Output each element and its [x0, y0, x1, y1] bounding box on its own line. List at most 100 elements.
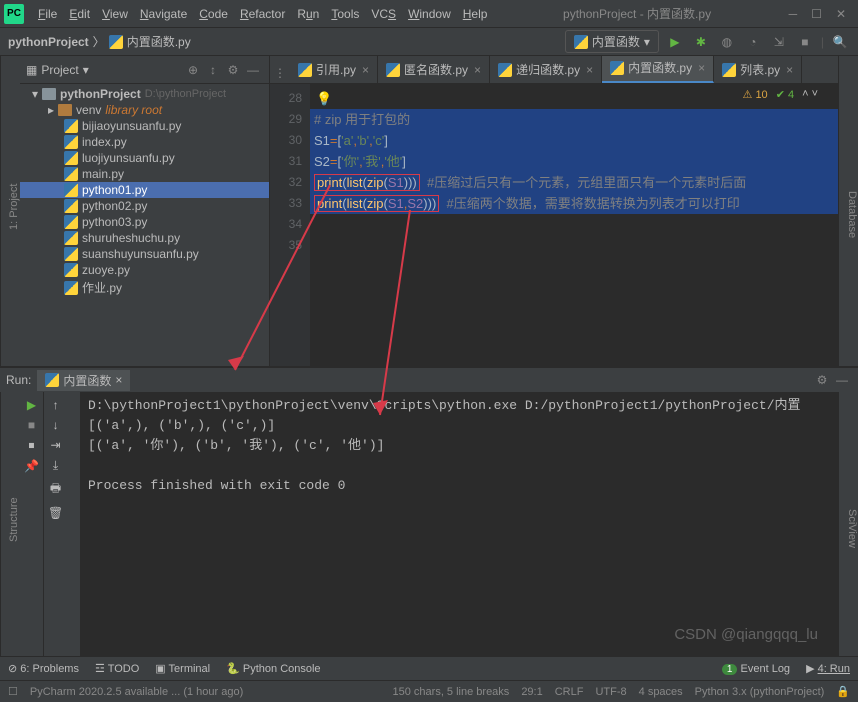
code-line[interactable]: S2=['你','我','他']	[310, 151, 838, 172]
pin-icon[interactable]: 📌	[24, 459, 39, 473]
exit-button[interactable]: ⏹	[28, 438, 34, 453]
close-icon[interactable]: ✕	[836, 7, 846, 21]
trash-icon[interactable]: 🗑	[48, 506, 63, 520]
breadcrumb-root[interactable]: pythonProject	[8, 35, 89, 49]
editor-inspections[interactable]: ⚠ 10 ✔ 4 ˄ ˅	[743, 88, 818, 101]
up-icon[interactable]: ↑	[53, 398, 59, 412]
event-log-tool[interactable]: 1 Event Log	[722, 663, 790, 675]
status-interpreter[interactable]: Python 3.x (pythonProject)	[695, 686, 825, 698]
hide-icon[interactable]: —	[243, 60, 263, 80]
right-tool-sciview[interactable]: SciView	[846, 509, 858, 548]
problems-tool[interactable]: ⊘ 6: Problems	[8, 662, 79, 675]
close-icon[interactable]: ×	[362, 63, 369, 77]
editor-tab[interactable]: 引用.py×	[290, 56, 378, 83]
close-icon[interactable]: ×	[698, 61, 705, 75]
left-tool-project[interactable]: 1: Project	[8, 184, 20, 230]
code-line[interactable]: # zip 用于打包的	[310, 109, 838, 130]
profile-button[interactable]: ◔	[743, 32, 763, 52]
tree-file[interactable]: bijiaoyunsuanfu.py	[20, 118, 269, 134]
rerun-button[interactable]: ▶	[27, 398, 36, 412]
right-tool-database[interactable]: Database	[846, 191, 858, 238]
hide-icon[interactable]: —	[832, 370, 852, 390]
terminal-tool[interactable]: ▣ Terminal	[155, 662, 210, 675]
editor-tab[interactable]: 内置函数.py×	[602, 56, 714, 83]
menu-help[interactable]: Help	[457, 7, 494, 21]
status-crlf[interactable]: CRLF	[555, 686, 584, 698]
stop-button[interactable]: ■	[28, 418, 35, 432]
left-tool-structure[interactable]: Structure	[8, 498, 20, 543]
status-pos[interactable]: 29:1	[521, 686, 542, 698]
menu-tools[interactable]: Tools	[325, 7, 365, 21]
menu-window[interactable]: Window	[402, 7, 457, 21]
editor-tab[interactable]: 列表.py×	[714, 56, 802, 83]
print-icon[interactable]: 🖶	[50, 479, 61, 500]
close-icon[interactable]: ×	[586, 63, 593, 77]
tree-file[interactable]: python02.py	[20, 198, 269, 214]
update-notice[interactable]: PyCharm 2020.2.5 available ... (1 hour a…	[30, 686, 243, 698]
menu-run[interactable]: Run	[291, 7, 325, 21]
run-button[interactable]: ▶	[665, 32, 685, 52]
tree-file[interactable]: zuoye.py	[20, 262, 269, 278]
close-icon[interactable]: ×	[786, 63, 793, 77]
tree-file[interactable]: python01.py	[20, 182, 269, 198]
status-window-icon[interactable]: ☐	[8, 685, 18, 698]
tree-file[interactable]: suanshuyunsuanfu.py	[20, 246, 269, 262]
chevron-down-icon[interactable]: ▾	[83, 63, 89, 77]
minimize-icon[interactable]: ─	[789, 7, 798, 21]
run-config-selector[interactable]: 内置函数 ▾	[565, 30, 659, 53]
tree-file[interactable]: python03.py	[20, 214, 269, 230]
down-icon[interactable]: ↓	[53, 418, 59, 432]
wrap-icon[interactable]: ⇥	[51, 438, 61, 452]
menu-navigate[interactable]: Navigate	[134, 7, 193, 21]
code-line[interactable]	[310, 214, 838, 235]
code-line[interactable]	[310, 235, 838, 256]
code-area[interactable]: 💡 # zip 用于打包的S1=['a','b','c']S2=['你','我'…	[310, 84, 838, 366]
attach-button[interactable]: ⇲	[769, 32, 789, 52]
tree-file[interactable]: luojiyunsuanfu.py	[20, 150, 269, 166]
run-tool[interactable]: ▶ 4: Run	[806, 662, 850, 675]
code-line[interactable]: print(list(zip(S1))) #压缩过后只有一个元素，元组里面只有一…	[310, 172, 838, 193]
status-indent[interactable]: 4 spaces	[639, 686, 683, 698]
breadcrumb-file[interactable]: 内置函数.py	[127, 33, 191, 50]
pycharm-logo: PC	[4, 4, 24, 24]
status-encoding[interactable]: UTF-8	[595, 686, 626, 698]
tabs-menu-icon[interactable]: ⋮	[270, 63, 290, 83]
collapse-icon[interactable]: ↕	[203, 60, 223, 80]
todo-tool[interactable]: ☲ TODO	[95, 662, 139, 675]
menu-view[interactable]: View	[96, 7, 134, 21]
editor-tab[interactable]: 匿名函数.py×	[378, 56, 490, 83]
menu-edit[interactable]: Edit	[63, 7, 96, 21]
run-output[interactable]: D:\pythonProject1\pythonProject\venv\Scr…	[80, 392, 838, 656]
python-console-tool[interactable]: 🐍 Python Console	[226, 662, 320, 675]
tree-file[interactable]: index.py	[20, 134, 269, 150]
run-tab[interactable]: 内置函数 ×	[37, 370, 130, 391]
locate-icon[interactable]: ⊕	[183, 60, 203, 80]
tree-root[interactable]: ▾ pythonProject D:\pythonProject	[20, 86, 269, 102]
editor-tab[interactable]: 递归函数.py×	[490, 56, 602, 83]
close-icon[interactable]: ×	[474, 63, 481, 77]
code-line[interactable]: print(list(zip(S1,S2))) #压缩两个数据，需要将数据转换为…	[310, 193, 838, 214]
code-line[interactable]: S1=['a','b','c']	[310, 130, 838, 151]
tree-file[interactable]: main.py	[20, 166, 269, 182]
tree-file[interactable]: shuruheshuchu.py	[20, 230, 269, 246]
menu-vcs[interactable]: VCS	[365, 7, 402, 21]
scroll-icon[interactable]: ⤓	[53, 458, 58, 473]
menu-refactor[interactable]: Refactor	[234, 7, 291, 21]
tree-venv[interactable]: ▸ venv library root	[20, 102, 269, 118]
left-tool-stripe-2: Structure 2: Favorites	[0, 392, 20, 656]
project-tree[interactable]: ▾ pythonProject D:\pythonProject ▸ venv …	[20, 84, 269, 366]
debug-button[interactable]: ✱	[691, 32, 711, 52]
coverage-button[interactable]: ◍	[717, 32, 737, 52]
stop-button[interactable]: ■	[795, 32, 815, 52]
close-icon[interactable]: ×	[115, 373, 122, 387]
tree-file[interactable]: 作业.py	[20, 278, 269, 297]
maximize-icon[interactable]: ☐	[811, 7, 822, 21]
gear-icon[interactable]: ⚙	[223, 60, 243, 80]
gear-icon[interactable]: ⚙	[812, 370, 832, 390]
bulb-icon[interactable]: 💡	[316, 88, 332, 109]
inspection-chevron-icon[interactable]: ˄ ˅	[802, 88, 818, 101]
menu-file[interactable]: File	[32, 7, 63, 21]
search-icon[interactable]: 🔍	[830, 32, 850, 52]
lock-icon[interactable]: 🔒	[836, 685, 850, 698]
menu-code[interactable]: Code	[193, 7, 234, 21]
